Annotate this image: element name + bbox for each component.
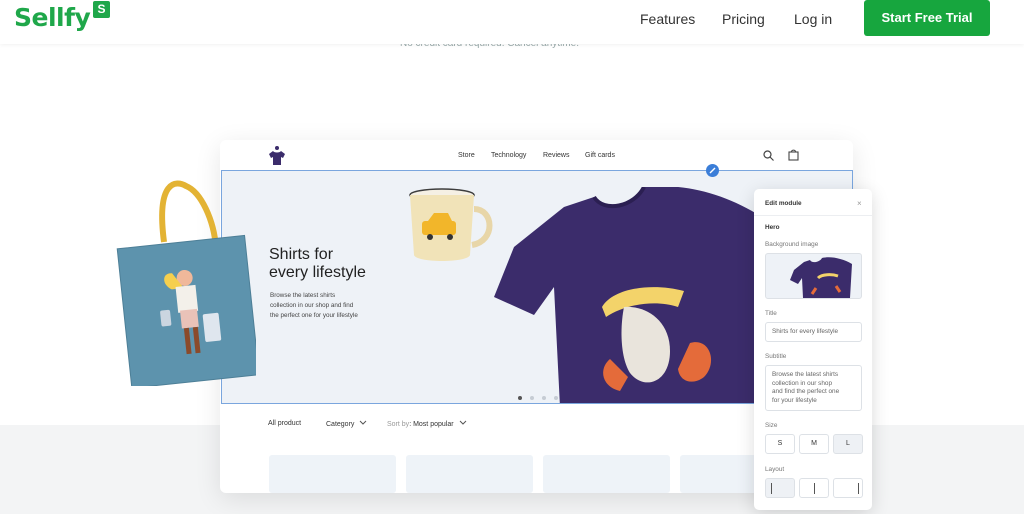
nav-pricing[interactable]: Pricing xyxy=(722,11,765,27)
title-input[interactable]: Shirts for every lifestyle xyxy=(765,322,862,342)
hero-subtitle: Browse the latest shirts collection in o… xyxy=(270,292,358,319)
edit-module-panel: Edit module × Hero Background image Titl… xyxy=(754,189,872,510)
store-nav-store[interactable]: Store xyxy=(458,152,475,159)
layout-label: Layout xyxy=(765,466,785,473)
product-card-placeholder[interactable] xyxy=(406,455,533,493)
size-m-button[interactable]: M xyxy=(799,434,829,454)
subtitle-label: Subtitle xyxy=(765,353,787,360)
carousel-dot-1[interactable] xyxy=(518,396,522,400)
background-image-thumbnail[interactable] xyxy=(765,253,862,299)
nav-features[interactable]: Features xyxy=(640,11,695,27)
edit-pencil-icon[interactable] xyxy=(706,164,719,177)
layout-center-button[interactable] xyxy=(799,478,829,498)
start-free-trial-button[interactable]: Start Free Trial xyxy=(864,0,990,36)
size-s-button[interactable]: S xyxy=(765,434,795,454)
store-nav-reviews[interactable]: Reviews xyxy=(543,152,569,159)
panel-title: Edit module xyxy=(765,200,802,207)
size-label: Size xyxy=(765,422,778,429)
product-card-placeholder[interactable] xyxy=(543,455,670,493)
layout-left-button[interactable] xyxy=(765,478,795,498)
size-l-button[interactable]: L xyxy=(833,434,863,454)
top-navigation: Sellfy S Features Pricing Log in Start F… xyxy=(0,0,1024,44)
section-label: Hero xyxy=(765,224,780,231)
filter-sort[interactable]: Sort by: Most popular xyxy=(387,420,467,428)
close-icon[interactable]: × xyxy=(857,199,862,208)
tshirt-illustration xyxy=(494,187,762,403)
title-label: Title xyxy=(765,310,777,317)
layout-right-button[interactable] xyxy=(833,478,863,498)
hero-title: Shirts for every lifestyle xyxy=(269,246,366,281)
sellfy-logo[interactable]: Sellfy xyxy=(14,3,91,32)
chevron-down-icon xyxy=(360,420,367,425)
filter-all-products[interactable]: All product xyxy=(268,420,301,427)
subtitle-textarea[interactable]: Browse the latest shirts collection in o… xyxy=(765,365,862,411)
store-nav-gift-cards[interactable]: Gift cards xyxy=(585,152,615,159)
nav-login[interactable]: Log in xyxy=(794,11,832,27)
background-image-label: Background image xyxy=(765,241,819,248)
product-card-placeholder[interactable] xyxy=(269,455,396,493)
chevron-down-icon xyxy=(459,420,466,425)
divider xyxy=(754,215,872,216)
mug-illustration xyxy=(409,188,493,261)
carousel-dot-4[interactable] xyxy=(554,396,558,400)
cart-icon[interactable] xyxy=(788,149,799,161)
carousel-dot-2[interactable] xyxy=(530,396,534,400)
carousel-dot-3[interactable] xyxy=(542,396,546,400)
carousel-dots xyxy=(518,387,566,403)
shirt-logo-icon[interactable] xyxy=(268,145,286,165)
filter-category[interactable]: Category xyxy=(326,420,367,428)
logo-badge: S xyxy=(93,1,110,18)
tote-bag-illustration xyxy=(116,180,256,386)
store-nav-technology[interactable]: Technology xyxy=(491,152,526,159)
search-icon[interactable] xyxy=(763,150,774,161)
